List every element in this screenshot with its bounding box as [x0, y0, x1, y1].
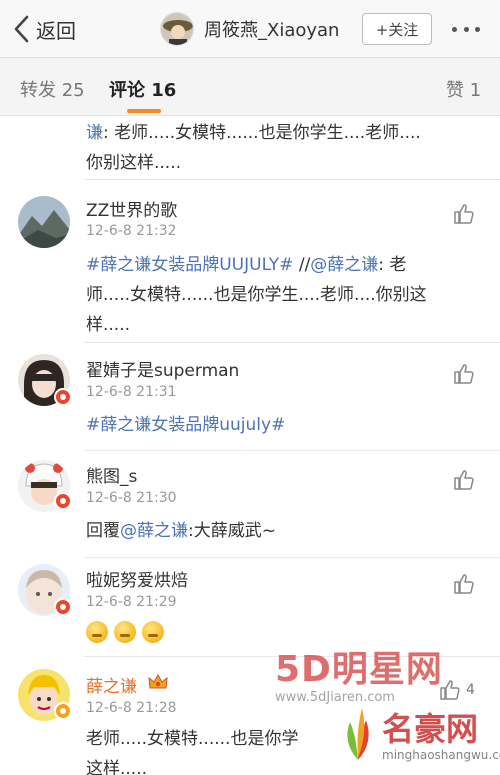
- like-icon[interactable]: [452, 362, 476, 386]
- tab-reposts[interactable]: 转发 25: [20, 76, 85, 102]
- avatar[interactable]: [160, 12, 194, 46]
- navigation-bar: 返回 周筱燕_Xiaoyan +关注: [0, 0, 500, 58]
- comment-time: 12-6-8 21:32: [86, 223, 177, 239]
- follow-button[interactable]: +关注: [362, 13, 432, 45]
- comment-time: 12-6-8 21:31: [86, 384, 177, 400]
- mention-link[interactable]: @薛之谦: [310, 255, 378, 275]
- watermark-title: 5D明星网: [275, 649, 443, 690]
- laugh-emoji-icon: [114, 621, 136, 643]
- mention-link[interactable]: 谦: [86, 123, 103, 143]
- watermark-title: 名豪网: [382, 710, 479, 748]
- watermark-url: minghaoshangwu.com: [382, 748, 500, 762]
- chevron-left-icon: [14, 15, 29, 43]
- comment-text-segment: : 老师.....女模特......也是你学生....老师....: [103, 123, 421, 143]
- tab-comments[interactable]: 评论 16: [109, 76, 176, 102]
- commenter-name[interactable]: ZZ世界的歌: [86, 196, 177, 221]
- laugh-emoji-icon: [142, 621, 164, 643]
- like-count: 4: [466, 682, 475, 698]
- comment-text-segment: //: [293, 255, 311, 275]
- like-icon[interactable]: [452, 468, 476, 492]
- like-icon[interactable]: [452, 572, 476, 596]
- comment-text-segment: 你别这样.....: [86, 153, 182, 173]
- comment-text-segment: :大薛威武~: [188, 521, 276, 541]
- commenter-name[interactable]: 啦妮努爱烘焙: [86, 566, 188, 591]
- back-label: 返回: [36, 18, 76, 43]
- comment-text-segment: 师.....女模特......也是你学生....老师....你别这: [86, 285, 427, 305]
- comment-text: 谦: 老师.....女模特......也是你学生....老师.... 你别这样.…: [86, 118, 486, 178]
- nav-user[interactable]: 周筱燕_Xiaoyan: [160, 11, 339, 47]
- divider: [84, 342, 500, 343]
- tab-bar: 转发 25 评论 16 赞 1: [0, 58, 500, 116]
- watermark-5d: 5D明星网 www.5dJiaren.com: [275, 640, 443, 705]
- like-icon[interactable]: [452, 202, 476, 226]
- comment-time: 12-6-8 21:30: [86, 490, 177, 506]
- commenter-name[interactable]: 薛之谦: [86, 672, 137, 697]
- verified-badge-icon: [54, 492, 72, 510]
- hashtag-link[interactable]: #薛之谦女装品牌UUJULY#: [86, 255, 293, 275]
- commenter-name[interactable]: 熊图_s: [86, 462, 137, 487]
- verified-badge-icon: [54, 598, 72, 616]
- comment-time: 12-6-8 21:29: [86, 594, 177, 610]
- back-button[interactable]: 返回: [12, 14, 76, 44]
- laugh-emoji-icon: [86, 621, 108, 643]
- hashtag-link[interactable]: #薛之谦女装品牌uujuly#: [86, 415, 285, 435]
- tab-likes[interactable]: 赞 1: [446, 76, 481, 102]
- comment-text-segment: 老师.....女模特......也是你学: [86, 729, 299, 749]
- page-title: 周筱燕_Xiaoyan: [204, 20, 340, 41]
- comment-text-segment: : 老: [378, 255, 407, 275]
- watermark-minghao: 名豪网 minghaoshangwu.com: [330, 700, 500, 775]
- comment-text-segment: 这样.....: [86, 759, 148, 775]
- mention-link[interactable]: @薛之谦: [120, 521, 188, 541]
- active-tab-indicator: [127, 109, 161, 113]
- comment-text: #薛之谦女装品牌uujuly#: [86, 410, 486, 440]
- divider: [84, 179, 500, 180]
- comment-text: 回覆@薛之谦:大薛威武~: [86, 516, 486, 546]
- crown-icon: [148, 673, 168, 689]
- comment-time: 12-6-8 21:28: [86, 700, 177, 716]
- comment-text-segment: 样.....: [86, 315, 131, 335]
- verified-badge-icon: [54, 702, 72, 720]
- logo-icon: [347, 708, 369, 760]
- divider: [84, 450, 500, 451]
- avatar[interactable]: [18, 196, 70, 248]
- more-options-icon[interactable]: [452, 17, 480, 41]
- comment-text: #薛之谦女装品牌UUJULY# //@薛之谦: 老 师.....女模特.....…: [86, 250, 486, 340]
- commenter-name[interactable]: 翟婧子是superman: [86, 356, 239, 381]
- divider: [84, 557, 500, 558]
- verified-badge-icon: [54, 388, 72, 406]
- comment-text-segment: 回覆: [86, 521, 120, 541]
